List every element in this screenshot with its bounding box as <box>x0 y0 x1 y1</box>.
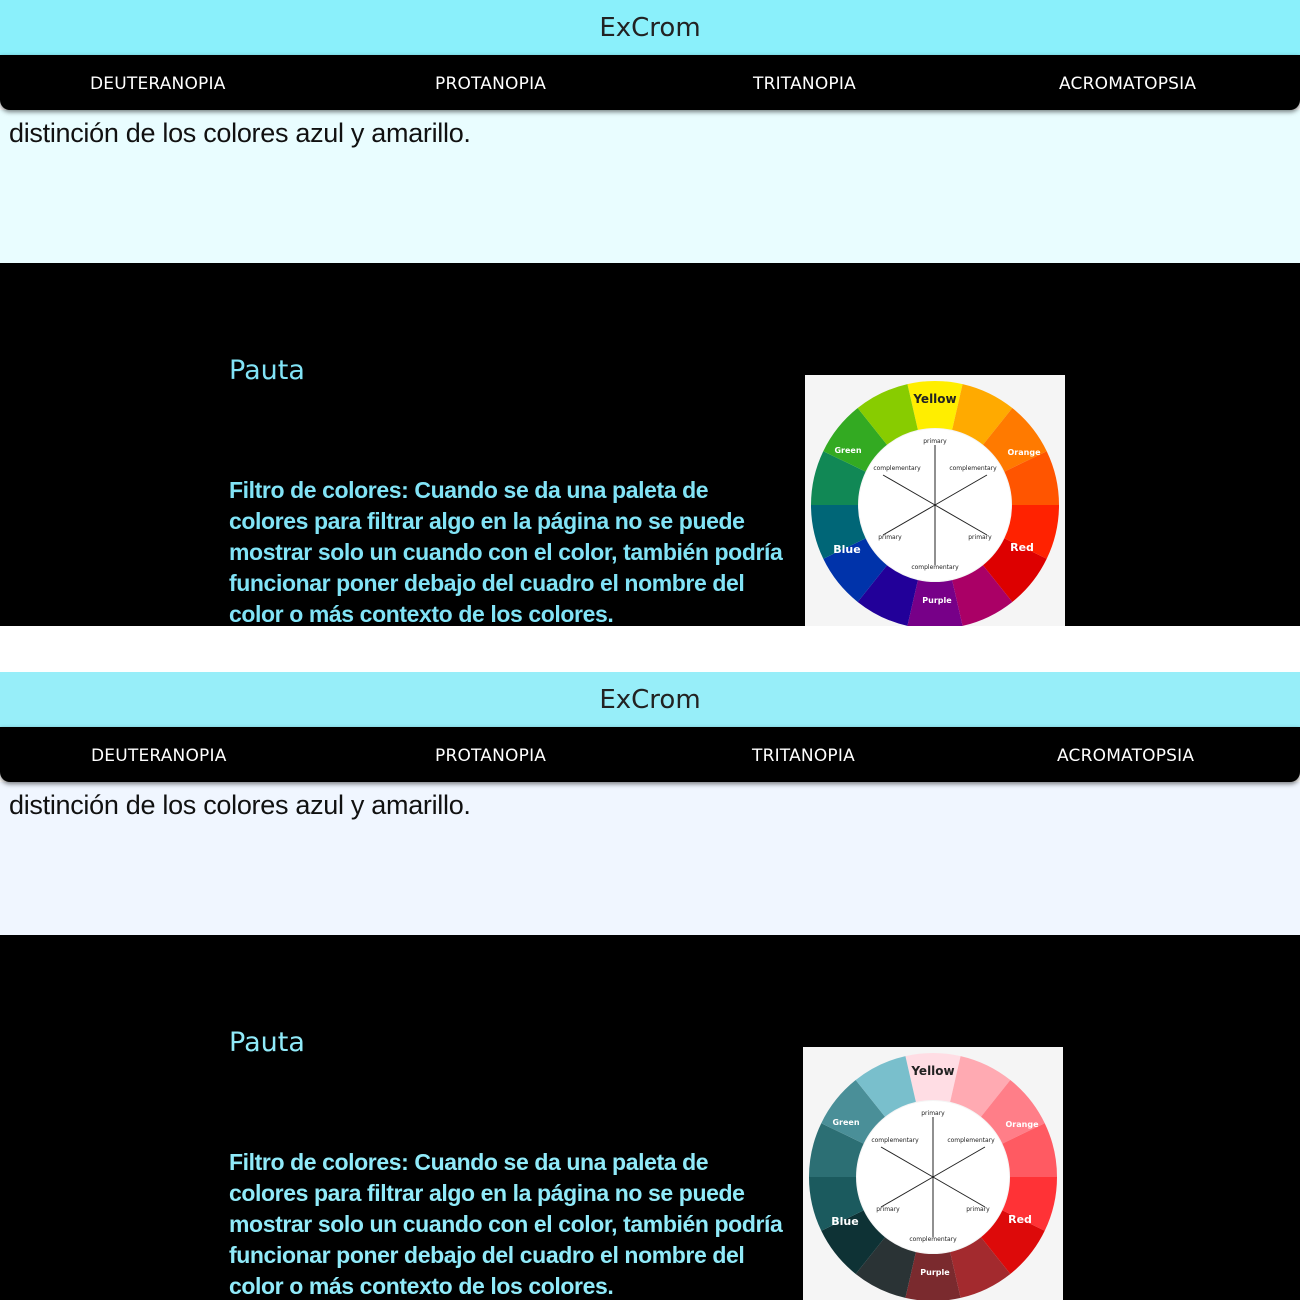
wheel-segment-label: Yellow <box>912 392 956 406</box>
nav-tritanopia[interactable]: TRITANOPIA <box>752 727 855 782</box>
section-body: Filtro de colores: Cuando se da una pale… <box>229 477 783 626</box>
wheel-segment-label: Blue <box>833 543 860 556</box>
app-title-bar: ExCrom <box>0 672 1300 727</box>
main-nav: DEUTERANOPIA PROTANOPIA TRITANOPIA ACROM… <box>0 727 1300 782</box>
nav-acromatopsia[interactable]: ACROMATOPSIA <box>1059 55 1196 110</box>
nav-tritanopia[interactable]: TRITANOPIA <box>753 55 856 110</box>
wheel-center-label: primary <box>878 534 902 541</box>
wheel-center-label: complementary <box>911 564 959 571</box>
wheel-center-label: complementary <box>949 465 997 472</box>
wheel-center-label: primary <box>923 438 947 445</box>
wheel-center-label: primary <box>876 1206 900 1213</box>
color-wheel: primary complementary complementary primary… <box>809 1053 1057 1300</box>
color-wheel: primary complementary complementary primary… <box>811 381 1059 626</box>
wheel-segment-label: Red <box>1008 1213 1032 1226</box>
wheel-segment-label: Blue <box>831 1215 858 1228</box>
guideline-section: Pauta Filtro de colores: Cuando se da un… <box>0 935 1300 1300</box>
nav-protanopia[interactable]: PROTANOPIA <box>435 727 546 782</box>
app-title: ExCrom <box>599 12 701 43</box>
wheel-center-label: complementary <box>873 465 921 472</box>
wheel-center-label: complementary <box>909 1236 957 1243</box>
intro-section: distinción de los colores azul y amarill… <box>0 110 1300 263</box>
section-title: Pauta <box>229 355 305 386</box>
intro-text: distinción de los colores azul y amarill… <box>9 118 471 148</box>
wheel-segment-label: Red <box>1010 541 1034 554</box>
nav-deuteranopia[interactable]: DEUTERANOPIA <box>91 727 227 782</box>
intro-section: distinción de los colores azul y amarill… <box>0 782 1300 935</box>
wheel-segment-label: Green <box>834 446 861 455</box>
nav-protanopia[interactable]: PROTANOPIA <box>435 55 546 110</box>
wheel-center-label: primary <box>921 1110 945 1117</box>
wheel-segment-label: Green <box>832 1118 859 1127</box>
main-nav: DEUTERANOPIA PROTANOPIA TRITANOPIA ACROM… <box>0 55 1300 110</box>
wheel-segment-label: Purple <box>922 596 952 605</box>
intro-text: distinción de los colores azul y amarill… <box>9 790 471 820</box>
view-filtered: ExCrom DEUTERANOPIA PROTANOPIA TRITANOPI… <box>0 672 1300 1300</box>
wheel-segment-label: Purple <box>920 1268 950 1277</box>
app-title-bar: ExCrom <box>0 0 1300 55</box>
wheel-segment-label: Yellow <box>910 1064 954 1078</box>
nav-deuteranopia[interactable]: DEUTERANOPIA <box>90 55 226 110</box>
color-wheel-image: primary complementary complementary primary… <box>805 375 1065 626</box>
view-original: ExCrom DEUTERANOPIA PROTANOPIA TRITANOPI… <box>0 0 1300 626</box>
wheel-center-label: primary <box>966 1206 990 1213</box>
section-title: Pauta <box>229 1027 305 1058</box>
wheel-segment-label: Orange <box>1008 448 1042 457</box>
color-wheel-image: primary complementary complementary primary… <box>803 1047 1063 1300</box>
guideline-section: Pauta Filtro de colores: Cuando se da un… <box>0 263 1300 626</box>
nav-acromatopsia[interactable]: ACROMATOPSIA <box>1057 727 1194 782</box>
wheel-center-label: complementary <box>871 1137 919 1144</box>
app-title: ExCrom <box>599 684 701 715</box>
wheel-center-label: complementary <box>947 1137 995 1144</box>
wheel-segment-label: Orange <box>1006 1120 1040 1129</box>
wheel-center-label: primary <box>968 534 992 541</box>
section-body: Filtro de colores: Cuando se da una pale… <box>229 1149 783 1299</box>
